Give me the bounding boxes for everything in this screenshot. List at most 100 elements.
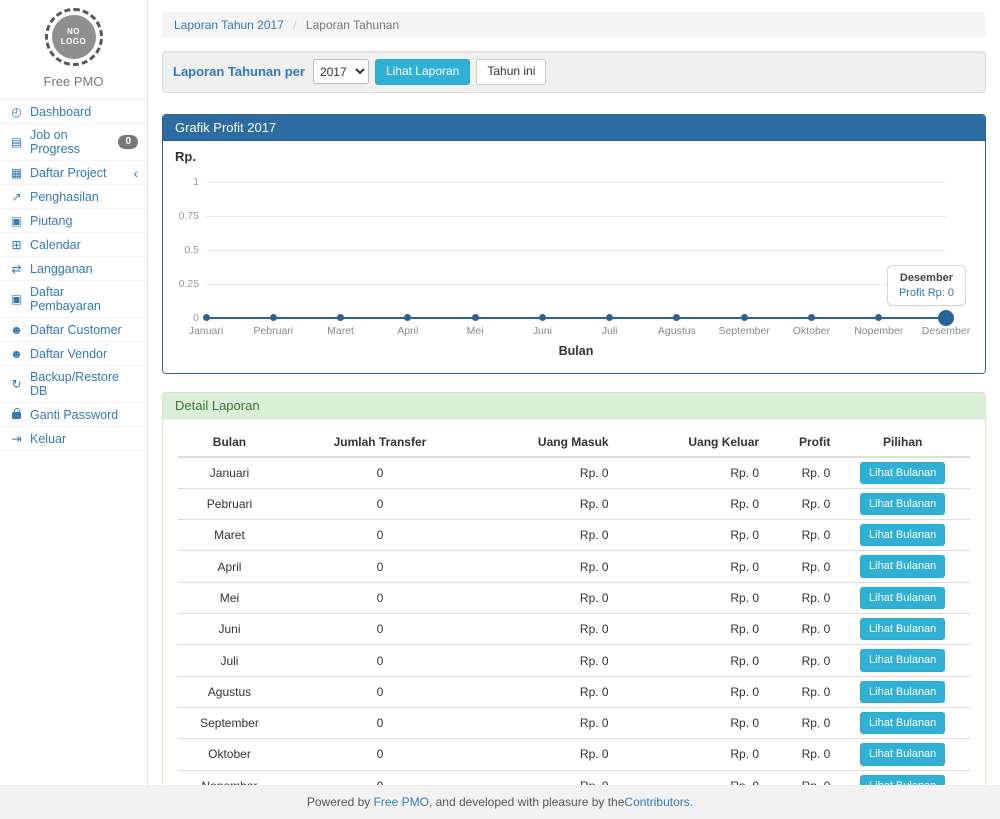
cell-uang_masuk: Rp. 0 [479, 739, 614, 770]
sidebar-item-label: Backup/Restore DB [30, 370, 138, 398]
logo-text-line2: LOGO [61, 37, 87, 47]
sidebar-item-penghasilan[interactable]: ↗Penghasilan [0, 185, 147, 209]
profit-line [408, 317, 475, 319]
sidebar-item-piutang[interactable]: ▣Piutang [0, 209, 147, 233]
profit-line [677, 317, 744, 319]
data-point-oktober[interactable] [808, 314, 815, 321]
sidebar-item-backup-restore-db[interactable]: ↻Backup/Restore DB [0, 366, 147, 403]
free-pmo-link[interactable]: Free PMO [374, 795, 429, 809]
cell-jumlah_transfer: 0 [281, 739, 479, 770]
lihat-bulanan-button[interactable]: Lihat Bulanan [860, 743, 945, 765]
data-point-juli[interactable] [606, 314, 613, 321]
table-row: Juni0Rp. 0Rp. 0Rp. 0Lihat Bulanan [178, 614, 970, 645]
filter-label: Laporan Tahunan per [173, 64, 305, 79]
app-logo: NO LOGO [45, 8, 103, 66]
data-point-nopember[interactable] [875, 314, 882, 321]
cell-uang_keluar: Rp. 0 [614, 582, 764, 613]
sidebar-item-daftar-project[interactable]: ▦Daftar Project‹ [0, 161, 147, 185]
data-point-agustus[interactable] [673, 314, 680, 321]
sidebar-menu: ◴Dashboard▤Job on Progress0▦Daftar Proje… [0, 99, 147, 451]
sidebar-item-daftar-vendor[interactable]: ☻ Daftar Vendor [0, 342, 147, 366]
cell-bulan: Mei [178, 582, 281, 613]
cell-uang_masuk: Rp. 0 [479, 614, 614, 645]
sidebar-item-job-on-progress[interactable]: ▤Job on Progress0 [0, 124, 147, 161]
data-point-pebruari[interactable] [270, 314, 277, 321]
lock-icon [9, 408, 24, 422]
cell-bulan: April [178, 551, 281, 582]
sidebar-item-label: Daftar Project [30, 166, 106, 180]
data-point-juni[interactable] [539, 314, 546, 321]
cell-uang_keluar: Rp. 0 [614, 520, 764, 551]
table-row: Juli0Rp. 0Rp. 0Rp. 0Lihat Bulanan [178, 645, 970, 676]
data-point-april[interactable] [404, 314, 411, 321]
sidebar-item-dashboard[interactable]: ◴Dashboard [0, 100, 147, 124]
lihat-bulanan-button[interactable]: Lihat Bulanan [860, 555, 945, 577]
sidebar-item-label: Ganti Password [30, 408, 118, 422]
laporan-table-body: Januari0Rp. 0Rp. 0Rp. 0Lihat BulananPebr… [178, 457, 970, 819]
data-point-maret[interactable] [337, 314, 344, 321]
profit-line [341, 317, 408, 319]
cell-profit: Rp. 0 [764, 676, 835, 707]
profit-line [273, 317, 340, 319]
sidebar-item-label: Daftar Pembayaran [30, 285, 138, 313]
table-header-row: BulanJumlah TransferUang MasukUang Kelua… [178, 428, 970, 457]
cell-jumlah_transfer: 0 [281, 676, 479, 707]
data-point-desember[interactable] [938, 310, 954, 326]
data-point-januari[interactable] [203, 314, 210, 321]
sidebar-item-daftar-customer[interactable]: ☻Daftar Customer [0, 318, 147, 342]
lihat-bulanan-button[interactable]: Lihat Bulanan [860, 681, 945, 703]
sidebar-item-langganan[interactable]: ⇄Langganan [0, 257, 147, 281]
cell-uang_masuk: Rp. 0 [479, 582, 614, 613]
cell-uang_keluar: Rp. 0 [614, 645, 764, 676]
profit-line [744, 317, 811, 319]
cell-bulan: Pebruari [178, 488, 281, 519]
cell-pilihan: Lihat Bulanan [835, 582, 970, 613]
users-icon: ☻ [9, 347, 24, 361]
column-header-profit: Profit [764, 428, 835, 457]
lihat-bulanan-button[interactable]: Lihat Bulanan [860, 649, 945, 671]
tooltip-month: Desember [899, 272, 954, 284]
logo-box: NO LOGO Free PMO [0, 0, 147, 99]
gridline [206, 216, 946, 217]
sidebar-item-daftar-pembayaran[interactable]: ▣Daftar Pembayaran [0, 281, 147, 318]
cell-uang_keluar: Rp. 0 [614, 676, 764, 707]
cell-uang_masuk: Rp. 0 [479, 488, 614, 519]
sidebar-item-label: Dashboard [30, 105, 91, 119]
chart-tooltip: Desember Profit Rp: 0 [887, 265, 966, 306]
contributors-link[interactable]: Contributors. [624, 795, 693, 809]
data-point-mei[interactable] [472, 314, 479, 321]
lihat-bulanan-button[interactable]: Lihat Bulanan [860, 618, 945, 640]
sidebar-item-ganti-password[interactable]: Ganti Password [0, 403, 147, 427]
detail-panel: Detail Laporan BulanJumlah TransferUang … [162, 392, 986, 819]
sidebar-item-calendar[interactable]: ⊞Calendar [0, 233, 147, 257]
year-select[interactable]: 2017 [313, 59, 369, 84]
repeat-icon: ⇄ [9, 262, 24, 276]
table-row: Maret0Rp. 0Rp. 0Rp. 0Lihat Bulanan [178, 520, 970, 551]
lihat-bulanan-button[interactable]: Lihat Bulanan [860, 587, 945, 609]
cell-uang_masuk: Rp. 0 [479, 645, 614, 676]
lihat-bulanan-button[interactable]: Lihat Bulanan [860, 712, 945, 734]
tahun-ini-button[interactable]: Tahun ini [476, 59, 546, 85]
sidebar: NO LOGO Free PMO ◴Dashboard▤Job on Progr… [0, 0, 148, 785]
no-logo-placeholder: NO LOGO [52, 15, 96, 59]
footer: Powered by Free PMO, and developed with … [0, 785, 1000, 819]
lihat-laporan-button[interactable]: Lihat Laporan [375, 59, 470, 85]
cell-jumlah_transfer: 0 [281, 457, 479, 489]
lihat-bulanan-button[interactable]: Lihat Bulanan [860, 524, 945, 546]
cell-profit: Rp. 0 [764, 457, 835, 489]
sidebar-item-keluar[interactable]: ⇥Keluar [0, 427, 147, 451]
cell-jumlah_transfer: 0 [281, 488, 479, 519]
sidebar-item-label: Daftar Vendor [30, 347, 107, 361]
breadcrumb-link-laporan-tahun[interactable]: Laporan Tahun 2017 [174, 18, 284, 32]
lihat-bulanan-button[interactable]: Lihat Bulanan [860, 462, 945, 484]
count-badge: 0 [118, 135, 138, 149]
sidebar-item-label: Piutang [30, 214, 72, 228]
lihat-bulanan-button[interactable]: Lihat Bulanan [860, 493, 945, 515]
cell-bulan: Juni [178, 614, 281, 645]
cell-profit: Rp. 0 [764, 614, 835, 645]
breadcrumb-current: Laporan Tahunan [306, 18, 399, 32]
cell-jumlah_transfer: 0 [281, 582, 479, 613]
data-point-september[interactable] [741, 314, 748, 321]
y-tick-label: 0.25 [165, 278, 199, 290]
cell-bulan: September [178, 707, 281, 738]
